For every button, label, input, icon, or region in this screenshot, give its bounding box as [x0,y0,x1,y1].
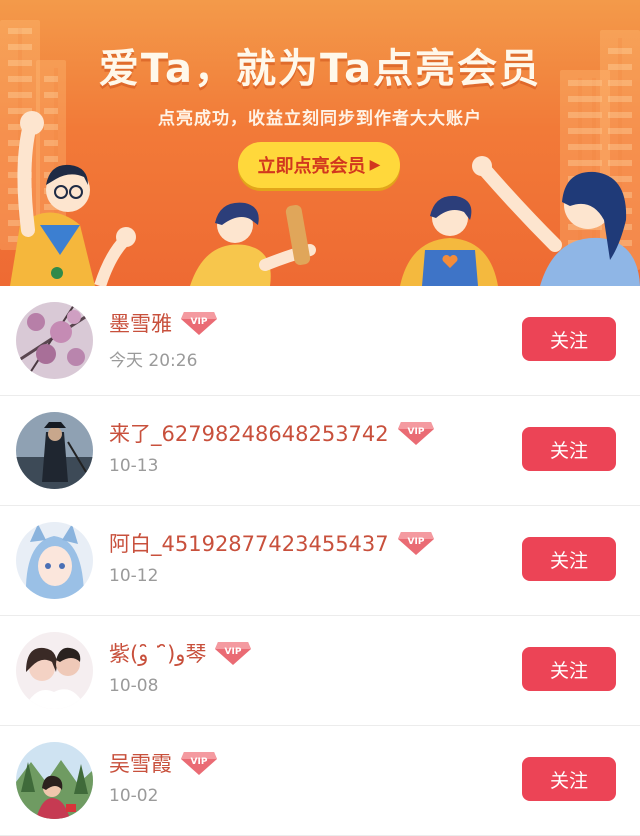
pointing-woman-illustration [472,156,640,286]
svg-text:VIP: VIP [407,427,424,437]
follow-date: 今天 20:26 [109,351,198,371]
outdoor-avatar[interactable] [16,742,93,819]
follow-button[interactable]: 关注 [522,427,616,471]
follow-button[interactable]: 关注 [522,757,616,801]
list-item: 阿白_45192877423455437 VIP 10-12 关注 [0,506,640,616]
cheering-man-illustration [10,111,136,286]
follow-date: 10-13 [109,456,159,476]
user-name[interactable]: 来了_62798248648253742 [109,418,389,448]
supporter-list: 墨雪雅 VIP 今天 20:26 关注 来了_62798248648253742… [0,286,640,836]
user-name[interactable]: 紫(و ̑̑ᐝ ̑̑)و琴 [109,638,206,668]
anime-avatar[interactable] [16,522,93,599]
user-name-row: 紫(و ̑̑ᐝ ̑̑)و琴 VIP [109,638,252,668]
svg-text:VIP: VIP [191,757,208,767]
follow-date: 10-02 [109,786,159,806]
blossom-avatar[interactable] [16,302,93,379]
activate-membership-button[interactable]: 立即点亮会员 ▶ [238,142,400,188]
user-name[interactable]: 阿白_45192877423455437 [109,528,389,558]
pirate-avatar[interactable] [16,412,93,489]
follow-button[interactable]: 关注 [522,647,616,691]
vip-diamond-icon: VIP [397,532,434,555]
couple-avatar[interactable] [16,632,93,709]
vip-diamond-icon: VIP [181,752,217,775]
user-name-row: 阿白_45192877423455437 VIP [109,528,435,558]
woman-with-baton-illustration [190,202,316,286]
list-item: 来了_62798248648253742 VIP 10-13 关注 [0,396,640,506]
list-item: 紫(و ̑̑ᐝ ̑̑)و琴 VIP 10-08 关注 [0,616,640,726]
follow-button[interactable]: 关注 [522,317,616,361]
user-name-row: 吴雪霞 VIP [109,748,218,778]
svg-text:VIP: VIP [191,317,208,327]
follow-button[interactable]: 关注 [522,537,616,581]
follow-date: 10-08 [109,676,159,696]
banner-headline: 爱Ta，就为Ta点亮会员 [98,46,542,92]
svg-text:VIP: VIP [407,537,424,547]
follow-date: 10-12 [109,566,159,586]
user-name-row: 墨雪雅 VIP [109,308,218,338]
list-item: 吴雪霞 VIP 10-02 关注 [0,726,640,836]
svg-text:VIP: VIP [225,647,242,657]
promo-banner[interactable]: 爱Ta，就为Ta点亮会员 点亮成功，收益立刻同步到作者大大账户 立即点亮会员 ▶ [0,0,640,286]
user-name[interactable]: 吴雪霞 [109,748,172,778]
user-name[interactable]: 墨雪雅 [109,308,172,338]
vip-diamond-icon: VIP [397,422,434,445]
cta-label: 立即点亮会员 [257,156,366,177]
vip-diamond-icon: VIP [215,642,252,665]
user-name-row: 来了_62798248648253742 VIP [109,418,435,448]
vip-diamond-icon: VIP [181,312,217,335]
play-arrow-icon: ▶ [369,157,381,173]
list-item: 墨雪雅 VIP 今天 20:26 关注 [0,286,640,396]
